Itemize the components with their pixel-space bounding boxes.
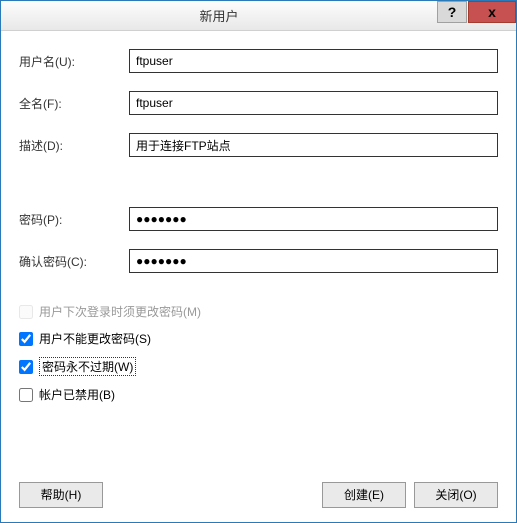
- confirm-password-row: 确认密码(C):: [19, 249, 498, 273]
- checkbox-section: 用户下次登录时须更改密码(M) 用户不能更改密码(S) 密码永不过期(W) 帐户…: [19, 303, 498, 403]
- account-disabled-checkbox[interactable]: [19, 388, 33, 402]
- new-user-dialog: 新用户 ? x 用户名(U): 全名(F): 描述(D): 密码(P): 确认密…: [0, 0, 517, 523]
- titlebar-close-button[interactable]: x: [468, 1, 516, 23]
- window-title: 新用户: [1, 6, 437, 25]
- must-change-password-label: 用户下次登录时须更改密码(M): [39, 303, 201, 320]
- password-label: 密码(P):: [19, 211, 129, 228]
- description-input[interactable]: [129, 133, 498, 157]
- confirm-password-input[interactable]: [129, 249, 498, 273]
- description-label: 描述(D):: [19, 137, 129, 154]
- cannot-change-password-checkbox[interactable]: [19, 332, 33, 346]
- username-input[interactable]: [129, 49, 498, 73]
- must-change-password-checkbox: [19, 305, 33, 319]
- titlebar: 新用户 ? x: [1, 1, 516, 31]
- password-section: 密码(P): 确认密码(C):: [19, 207, 498, 273]
- must-change-password-row: 用户下次登录时须更改密码(M): [19, 303, 498, 320]
- dialog-content: 用户名(U): 全名(F): 描述(D): 密码(P): 确认密码(C):: [1, 31, 516, 467]
- titlebar-help-button[interactable]: ?: [437, 1, 467, 23]
- fullname-row: 全名(F):: [19, 91, 498, 115]
- password-input[interactable]: [129, 207, 498, 231]
- create-button[interactable]: 创建(E): [322, 482, 406, 508]
- never-expires-checkbox[interactable]: [19, 360, 33, 374]
- account-disabled-row: 帐户已禁用(B): [19, 386, 498, 403]
- fullname-label: 全名(F):: [19, 95, 129, 112]
- button-bar: 帮助(H) 创建(E) 关闭(O): [1, 467, 516, 522]
- username-row: 用户名(U):: [19, 49, 498, 73]
- fullname-input[interactable]: [129, 91, 498, 115]
- never-expires-label: 密码永不过期(W): [39, 357, 136, 376]
- cannot-change-password-row: 用户不能更改密码(S): [19, 330, 498, 347]
- password-row: 密码(P):: [19, 207, 498, 231]
- help-button[interactable]: 帮助(H): [19, 482, 103, 508]
- close-button[interactable]: 关闭(O): [414, 482, 498, 508]
- cannot-change-password-label: 用户不能更改密码(S): [39, 330, 151, 347]
- account-disabled-label: 帐户已禁用(B): [39, 386, 115, 403]
- username-label: 用户名(U):: [19, 53, 129, 70]
- titlebar-buttons: ? x: [437, 1, 516, 30]
- description-row: 描述(D):: [19, 133, 498, 157]
- never-expires-row: 密码永不过期(W): [19, 357, 498, 376]
- confirm-password-label: 确认密码(C):: [19, 253, 129, 270]
